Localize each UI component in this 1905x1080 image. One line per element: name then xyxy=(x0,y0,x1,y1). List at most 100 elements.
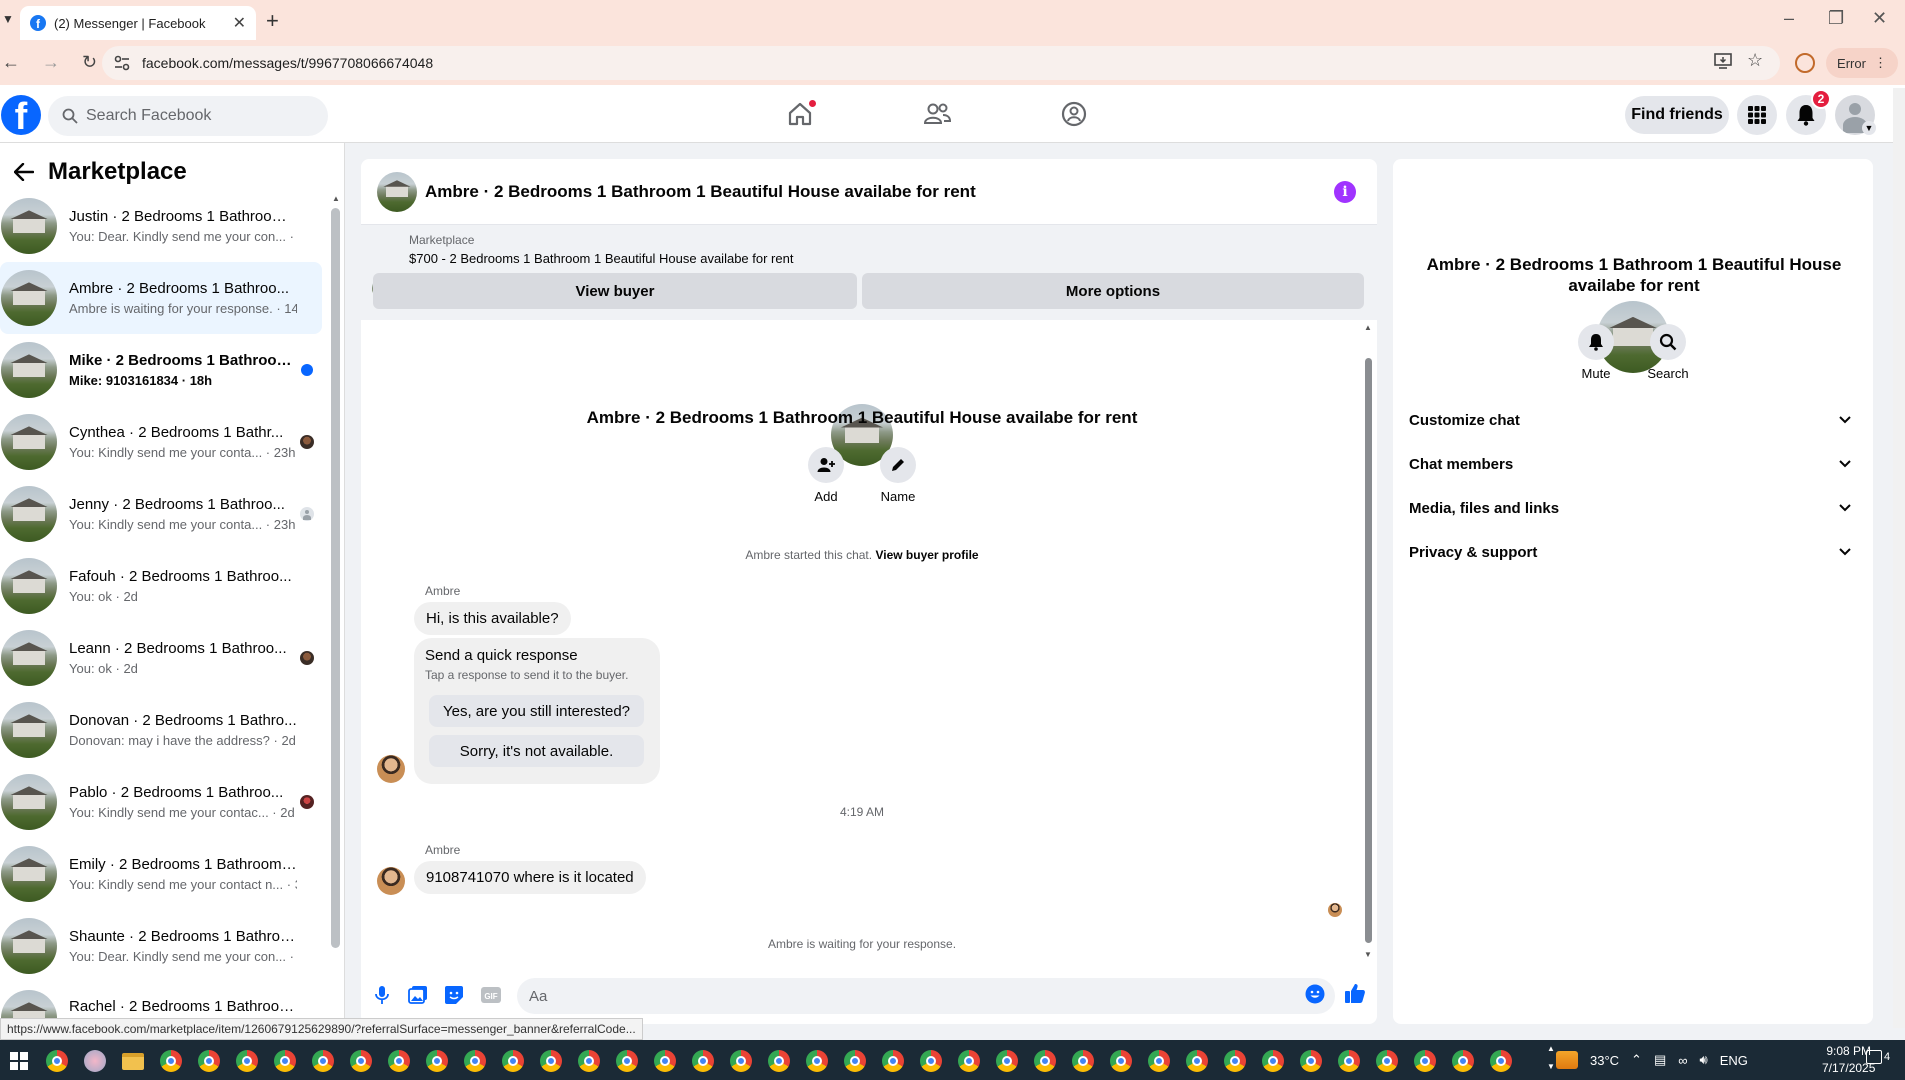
message-input[interactable]: Aa xyxy=(517,978,1335,1014)
chrome-icon[interactable] xyxy=(1486,1046,1516,1076)
browser-error-button[interactable]: Error ⋮ xyxy=(1826,48,1898,78)
start-icon[interactable] xyxy=(4,1046,34,1076)
install-app-icon[interactable] xyxy=(1714,52,1732,70)
chrome-icon[interactable] xyxy=(536,1046,566,1076)
more-options-button[interactable]: More options xyxy=(862,273,1364,309)
tab-search-icon[interactable]: ▼ xyxy=(2,12,14,26)
chrome-icon[interactable] xyxy=(422,1046,452,1076)
emoji-icon[interactable] xyxy=(1305,984,1325,1004)
search-conversation-button[interactable]: Search xyxy=(1638,324,1698,381)
chrome-icon[interactable] xyxy=(954,1046,984,1076)
mute-button[interactable]: Mute xyxy=(1566,324,1626,381)
back-icon[interactable]: ← xyxy=(2,52,20,73)
chrome-icon[interactable] xyxy=(498,1046,528,1076)
chat-thumbnail[interactable] xyxy=(377,171,417,212)
site-settings-icon[interactable] xyxy=(114,55,130,71)
chrome-icon[interactable] xyxy=(688,1046,718,1076)
chrome-icon[interactable] xyxy=(194,1046,224,1076)
chrome-icon[interactable] xyxy=(346,1046,376,1076)
close-tab-icon[interactable]: ✕ xyxy=(233,13,246,33)
chrome-icon[interactable] xyxy=(270,1046,300,1076)
facebook-search-input[interactable]: Search Facebook xyxy=(48,96,328,136)
conversation-item-active[interactable]: Ambre · 2 Bedrooms 1 Bathroo... Ambre is … xyxy=(0,262,322,334)
find-friends-button[interactable]: Find friends xyxy=(1625,96,1729,134)
chrome-icon[interactable] xyxy=(232,1046,262,1076)
chrome-icon[interactable] xyxy=(1258,1046,1288,1076)
chrome-icon[interactable] xyxy=(460,1046,490,1076)
chat-title[interactable]: Ambre · 2 Bedrooms 1 Bathroom 1 Beautifu… xyxy=(425,182,976,202)
minimize-icon[interactable]: – xyxy=(1784,8,1794,29)
chat-scrollbar[interactable] xyxy=(1365,358,1372,943)
reload-icon[interactable]: ↻ xyxy=(82,52,97,73)
microphone-icon[interactable] xyxy=(372,985,392,1005)
volume-icon[interactable]: 🔊︎ xyxy=(1700,1052,1708,1068)
conversation-item[interactable]: Donovan · 2 Bedrooms 1 Bathro... Donovan:… xyxy=(0,694,322,766)
chat-scroll-up-icon[interactable]: ▲ xyxy=(1364,323,1372,332)
facebook-logo-icon[interactable]: f xyxy=(1,95,41,135)
conversation-item[interactable]: Justin · 2 Bedrooms 1 Bathroom ... You: D… xyxy=(0,190,322,262)
network-icon[interactable]: ▤ xyxy=(1654,1052,1666,1068)
conversation-item[interactable]: Cynthea · 2 Bedrooms 1 Bathr... You: Kind… xyxy=(0,406,322,478)
chat-members-row[interactable]: Chat members xyxy=(1409,442,1859,486)
chrome-icon[interactable] xyxy=(992,1046,1022,1076)
page-scrollbar[interactable] xyxy=(1893,88,1905,1028)
chrome-icon[interactable] xyxy=(1144,1046,1174,1076)
chrome-icon[interactable] xyxy=(1372,1046,1402,1076)
conversation-item[interactable]: Emily · 2 Bedrooms 1 Bathroom ... You: Ki… xyxy=(0,838,322,910)
chrome-icon[interactable] xyxy=(764,1046,794,1076)
conversation-item[interactable]: Shaunte · 2 Bedrooms 1 Bathroo... You: De… xyxy=(0,910,322,982)
chrome-icon[interactable] xyxy=(916,1046,946,1076)
chrome-icon[interactable] xyxy=(308,1046,338,1076)
chrome-icon[interactable] xyxy=(156,1046,186,1076)
name-chat-button[interactable]: Name xyxy=(868,447,928,504)
conversation-item[interactable]: Mike · 2 Bedrooms 1 Bathroom... Mike: 910… xyxy=(0,334,322,406)
sender-avatar[interactable] xyxy=(377,755,405,783)
url-bar[interactable]: facebook.com/messages/t/9967708066674048 xyxy=(102,46,1780,80)
chrome-icon[interactable] xyxy=(1296,1046,1326,1076)
chrome-icon[interactable] xyxy=(42,1046,72,1076)
browser-profile-icon[interactable] xyxy=(1795,53,1815,73)
browser-tab[interactable]: f (2) Messenger | Facebook ✕ xyxy=(20,6,256,40)
customize-chat-row[interactable]: Customize chat xyxy=(1409,398,1859,442)
chrome-icon[interactable] xyxy=(612,1046,642,1076)
close-window-icon[interactable]: ✕ xyxy=(1872,8,1887,29)
chat-scroll-down-icon[interactable]: ▼ xyxy=(1364,950,1372,959)
bookmark-star-icon[interactable]: ☆ xyxy=(1747,50,1763,71)
chrome-icon[interactable] xyxy=(1068,1046,1098,1076)
restore-icon[interactable]: ❐ xyxy=(1828,8,1844,29)
scroll-up-icon[interactable]: ▲ xyxy=(332,194,340,203)
conversation-item[interactable]: Jenny · 2 Bedrooms 1 Bathroo... You: Kind… xyxy=(0,478,322,550)
app-icon[interactable] xyxy=(80,1046,110,1076)
conversation-item[interactable]: Pablo · 2 Bedrooms 1 Bathroo... You: Kind… xyxy=(0,766,322,838)
conversation-info-icon[interactable]: i xyxy=(1334,181,1356,203)
language-indicator[interactable]: ENG xyxy=(1720,1053,1748,1068)
quick-reply-unavailable-button[interactable]: Sorry, it's not available. xyxy=(429,735,644,767)
chrome-icon[interactable] xyxy=(1448,1046,1478,1076)
chrome-icon[interactable] xyxy=(726,1046,756,1076)
friends-icon[interactable] xyxy=(922,100,952,128)
notification-center-icon[interactable]: 4 xyxy=(1866,1050,1890,1064)
sender-avatar[interactable] xyxy=(377,867,405,895)
listing-title-link[interactable]: $700 - 2 Bedrooms 1 Bathroom 1 Beautiful… xyxy=(409,251,793,266)
thumbs-up-icon[interactable] xyxy=(1344,982,1366,1004)
new-tab-icon[interactable]: + xyxy=(266,8,279,34)
file-explorer-icon[interactable] xyxy=(118,1046,148,1076)
chrome-icon[interactable] xyxy=(1030,1046,1060,1076)
quick-reply-interested-button[interactable]: Yes, are you still interested? xyxy=(429,695,644,727)
chrome-icon[interactable] xyxy=(384,1046,414,1076)
chrome-icon[interactable] xyxy=(1334,1046,1364,1076)
chrome-icon[interactable] xyxy=(840,1046,870,1076)
chrome-icon[interactable] xyxy=(1182,1046,1212,1076)
tray-expand-icon[interactable]: ⌃ xyxy=(1631,1052,1642,1068)
wifi-icon[interactable]: ∞ xyxy=(1678,1053,1687,1068)
chrome-icon[interactable] xyxy=(878,1046,908,1076)
account-chevron-icon[interactable]: ▼ xyxy=(1862,121,1876,135)
menu-grid-icon[interactable] xyxy=(1737,95,1777,135)
chrome-icon[interactable] xyxy=(1106,1046,1136,1076)
privacy-support-row[interactable]: Privacy & support xyxy=(1409,530,1859,574)
chrome-icon[interactable] xyxy=(802,1046,832,1076)
sticker-icon[interactable] xyxy=(444,985,464,1005)
conversation-item[interactable]: Leann · 2 Bedrooms 1 Bathroo... You: ok ·… xyxy=(0,622,322,694)
forward-icon[interactable]: → xyxy=(42,52,60,73)
gif-icon[interactable]: GIF xyxy=(480,985,502,1005)
